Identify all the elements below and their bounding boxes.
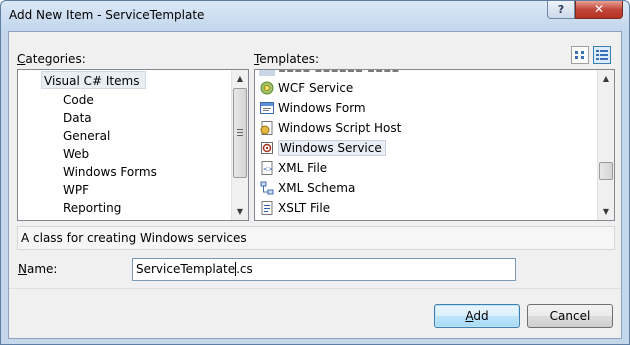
template-partial-item: ▪▪▪▪ ▪▪▪▪▪▪ ▪▪▪▪ bbox=[259, 70, 589, 78]
template-description: A class for creating Windows services bbox=[17, 226, 615, 250]
template-windows-script-host[interactable]: Windows Script Host bbox=[259, 119, 589, 138]
divider bbox=[9, 288, 621, 289]
wcf-service-icon bbox=[260, 81, 274, 94]
windows-service-icon bbox=[261, 141, 273, 154]
xml-schema-icon bbox=[260, 181, 274, 194]
help-button[interactable]: ? bbox=[547, 1, 575, 19]
category-code[interactable]: Code bbox=[63, 91, 94, 109]
windows-form-icon bbox=[260, 101, 274, 114]
categories-tree[interactable]: Visual C# Items Code Data General Web Wi… bbox=[17, 69, 249, 221]
category-wpf[interactable]: WPF bbox=[63, 181, 89, 199]
name-input[interactable]: ServiceTemplate.cs bbox=[132, 258, 516, 281]
script-host-icon bbox=[260, 120, 273, 135]
template-xml-schema[interactable]: XML Schema bbox=[259, 179, 589, 198]
template-xslt-file[interactable]: XSLT File bbox=[259, 199, 589, 218]
scroll-up-icon[interactable]: ▲ bbox=[598, 70, 614, 87]
category-general[interactable]: General bbox=[63, 127, 110, 145]
title-bar[interactable]: Add New Item - ServiceTemplate ? ✕ bbox=[1, 1, 629, 31]
scroll-down-icon[interactable]: ▼ bbox=[232, 203, 248, 220]
window-title: Add New Item - ServiceTemplate bbox=[9, 8, 205, 22]
template-xml-file[interactable]: <> XML File bbox=[259, 159, 589, 178]
category-partial-item: ▪▪▪▪ bbox=[63, 216, 96, 220]
templates-list[interactable]: ▪▪▪▪ ▪▪▪▪▪▪ ▪▪▪▪ WCF Service Windows For… bbox=[254, 69, 615, 221]
cancel-button[interactable]: Cancel bbox=[527, 304, 613, 328]
category-visual-csharp-items[interactable]: Visual C# Items bbox=[41, 71, 147, 89]
xml-file-icon: <> bbox=[261, 160, 273, 175]
close-button[interactable]: ✕ bbox=[575, 1, 623, 19]
templates-label: Templates: bbox=[254, 52, 320, 66]
small-icons-icon bbox=[575, 51, 584, 59]
list-view-icon bbox=[596, 50, 608, 60]
small-icons-view-button[interactable] bbox=[571, 46, 589, 64]
list-view-button[interactable] bbox=[593, 46, 611, 64]
scroll-down-icon[interactable]: ▼ bbox=[598, 203, 614, 220]
category-reporting[interactable]: Reporting bbox=[63, 199, 121, 217]
template-windows-form[interactable]: Windows Form bbox=[259, 99, 589, 118]
name-label: Name: bbox=[18, 262, 58, 276]
template-wcf-service[interactable]: WCF Service bbox=[259, 79, 589, 98]
add-new-item-dialog: Add New Item - ServiceTemplate ? ✕ Categ… bbox=[0, 0, 630, 345]
templates-scroll-thumb[interactable] bbox=[599, 162, 613, 180]
template-windows-service[interactable]: Windows Service bbox=[259, 139, 589, 158]
categories-scrollbar[interactable]: ▲ ▼ bbox=[231, 70, 248, 220]
scroll-up-icon[interactable]: ▲ bbox=[232, 70, 248, 87]
category-web[interactable]: Web bbox=[63, 145, 89, 163]
templates-scrollbar[interactable]: ▲ ▼ bbox=[597, 70, 614, 220]
categories-label: Categories: bbox=[17, 52, 86, 66]
xslt-file-icon bbox=[261, 200, 273, 215]
categories-scroll-thumb[interactable] bbox=[233, 88, 247, 178]
add-button[interactable]: Add bbox=[434, 304, 520, 328]
category-windows-forms[interactable]: Windows Forms bbox=[63, 163, 157, 181]
dialog-body: Categories: Templates: Visual C# Items C… bbox=[8, 31, 622, 339]
svg-text:<>: <> bbox=[263, 166, 273, 173]
category-data[interactable]: Data bbox=[63, 109, 92, 127]
